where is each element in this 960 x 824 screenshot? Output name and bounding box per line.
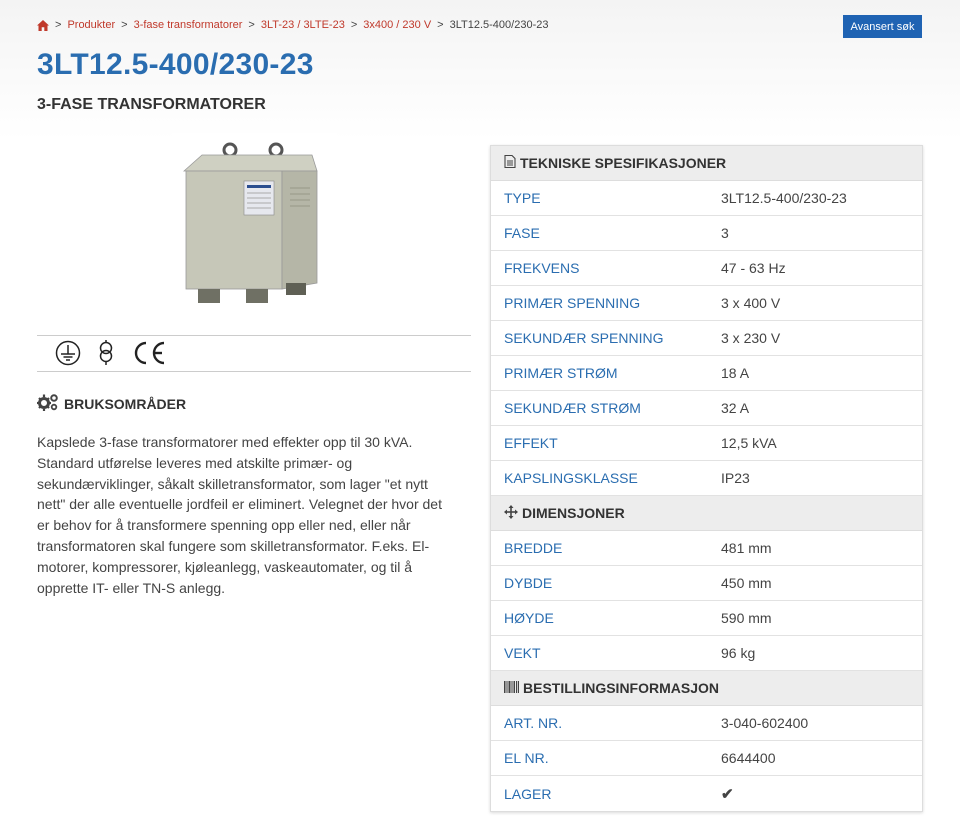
spec-value: 3 x 230 V [721,330,781,346]
spec-row-primary-voltage: PRIMÆR SPENNING 3 x 400 V [491,286,922,321]
section-technical-specs: TEKNISKE SPESIFIKASJONER [491,146,922,181]
document-icon [504,154,516,171]
spec-key: TYPE [504,190,541,206]
spec-key: KAPSLINGSKLASSE [504,470,638,486]
page-title: 3LT12.5-400/230-23 [37,48,314,81]
breadcrumb-link-series[interactable]: 3LT-23 / 3LTE-23 [261,19,345,31]
spec-key: VEKT [504,645,541,661]
spec-row-secondary-current: SEKUNDÆR STRØM 32 A [491,391,922,426]
spec-key: EL NR. [504,750,549,766]
spec-row-width: BREDDE 481 mm [491,531,922,566]
breadcrumb-link-voltage[interactable]: 3x400 / 230 V [363,19,431,31]
spec-value: 6644400 [721,750,776,766]
page-subtitle: 3-FASE TRANSFORMATORER [37,96,266,113]
spec-row-el-number: EL NR. 6644400 [491,741,922,776]
spec-row-phase: FASE 3 [491,216,922,251]
spec-key: FASE [504,225,540,241]
section-ordering-info: BESTILLINGSINFORMASJON [491,671,922,706]
spec-value: 3-040-602400 [721,715,809,731]
spec-key: HØYDE [504,610,554,626]
spec-value: 3 x 400 V [721,295,781,311]
spec-row-primary-current: PRIMÆR STRØM 18 A [491,356,922,391]
spec-key: PRIMÆR STRØM [504,365,618,381]
spec-value: 12,5 kVA [721,435,777,451]
divider [37,371,471,372]
barcode-icon [504,680,519,696]
ground-symbol-icon [55,340,81,371]
usage-description: Kapslede 3-fase transformatorer med effe… [37,434,442,596]
section-heading-label: DIMENSJONER [522,505,625,521]
spec-row-type: TYPE 3LT12.5-400/230-23 [491,181,922,216]
spec-key: LAGER [504,785,552,802]
product-image[interactable] [172,133,337,313]
spec-key: FREKVENS [504,260,580,276]
spec-key: SEKUNDÆR SPENNING [504,330,664,346]
spec-value: 18 A [721,365,750,381]
spec-value: 32 A [721,400,750,416]
spec-row-power: EFFEKT 12,5 kVA [491,426,922,461]
checkmark-icon: ✔ [721,785,734,803]
spec-value: 590 mm [721,610,772,626]
breadcrumb-separator: > [437,19,444,31]
spec-value: 3LT12.5-400/230-23 [721,190,847,206]
breadcrumb: > Produkter > 3-fase transformatorer > 3… [37,19,548,31]
divider [37,335,471,336]
spec-value: 3 [721,225,729,241]
usage-heading: BRUKSOMRÅDER [37,393,186,414]
spec-value: 96 kg [721,645,756,661]
spec-table: TEKNISKE SPESIFIKASJONER TYPE 3LT12.5-400… [490,145,923,812]
breadcrumb-separator: > [121,19,128,31]
spec-row-frequency: FREKVENS 47 - 63 Hz [491,251,922,286]
ce-mark-icon [131,340,167,371]
isolation-transformer-icon [95,340,117,371]
certification-icons [55,340,167,371]
breadcrumb-separator: > [55,19,62,31]
spec-value: 47 - 63 Hz [721,260,786,276]
usage-heading-label: BRUKSOMRÅDER [64,395,187,412]
section-dimensions: DIMENSJONER [491,496,922,531]
spec-row-weight: VEKT 96 kg [491,636,922,671]
breadcrumb-separator: > [350,19,358,31]
breadcrumb-current: 3LT12.5-400/230-23 [449,19,549,31]
spec-row-secondary-voltage: SEKUNDÆR SPENNING 3 x 230 V [491,321,922,356]
spec-row-article-number: ART. NR. 3-040-602400 [491,706,922,741]
breadcrumb-link-3phase[interactable]: 3-fase transformatorer [134,19,243,31]
spec-value: 450 mm [721,575,772,591]
spec-key: PRIMÆR SPENNING [504,295,641,311]
spec-value: IP23 [721,470,750,486]
spec-row-depth: DYBDE 450 mm [491,566,922,601]
advanced-search-button[interactable]: Avansert søk [843,15,922,38]
gears-icon [37,393,59,414]
spec-key: SEKUNDÆR STRØM [504,400,641,416]
breadcrumb-link-products[interactable]: Produkter [67,19,115,31]
home-icon[interactable] [37,19,49,31]
section-heading-label: TEKNISKE SPESIFIKASJONER [520,155,727,171]
move-arrows-icon [504,504,518,522]
spec-row-height: HØYDE 590 mm [491,601,922,636]
section-heading-label: BESTILLINGSINFORMASJON [523,680,720,696]
spec-key: DYBDE [504,575,553,591]
spec-row-stock: LAGER ✔ [491,776,922,811]
breadcrumb-separator: > [248,19,255,31]
spec-key: BREDDE [504,540,563,556]
spec-key: ART. NR. [504,715,563,731]
spec-row-enclosure-class: KAPSLINGSKLASSE IP23 [491,461,922,496]
spec-key: EFFEKT [504,435,558,451]
spec-value: 481 mm [721,540,772,556]
